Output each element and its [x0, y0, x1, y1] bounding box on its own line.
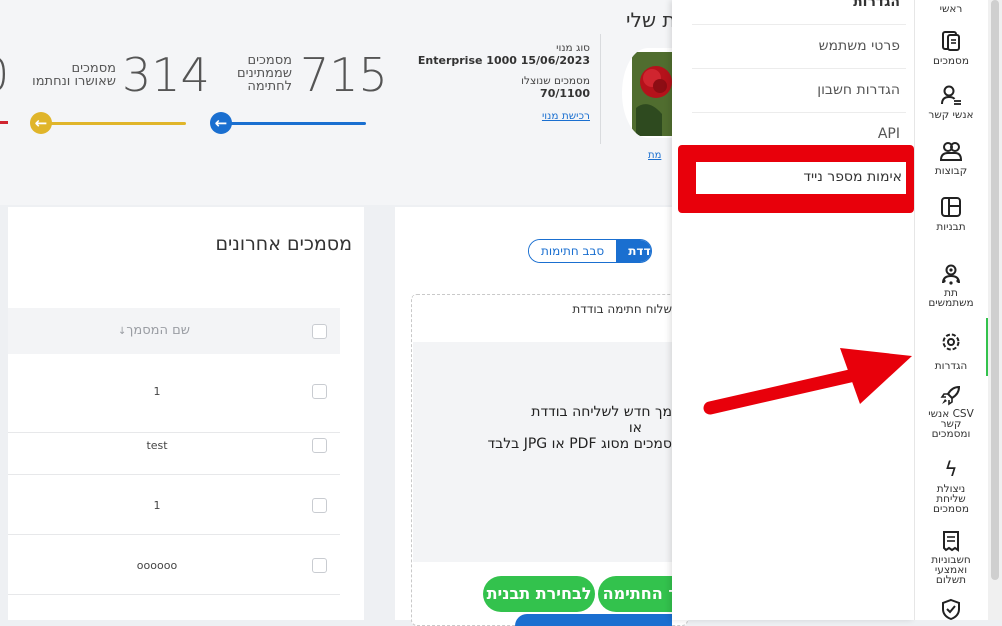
sidebar-item-csv[interactable]: CSV אנשי קשר ומסמכים [914, 384, 988, 439]
tab-signing-round[interactable]: סבב חתימות [529, 240, 617, 262]
dropdown-header: הגדרות [853, 0, 900, 10]
settings-dropdown: הגדרות פרטי משתמש הגדרות חשבון API אימות… [672, 0, 914, 620]
plan-value: Enterprise 1000 15/06/2023 [417, 54, 590, 67]
dropzone-area[interactable] [413, 342, 672, 562]
csv-rocket-icon [940, 385, 961, 406]
choose-template-button[interactable]: לבחירת תבנית [483, 576, 595, 612]
document-name[interactable]: oooooo [104, 559, 210, 572]
sidebar-item-documents[interactable]: מסמכים [914, 30, 988, 66]
sent-label: מסמכים שנוצלו [521, 75, 590, 87]
sidebar-item-home[interactable]: ראשי [914, 4, 988, 15]
blue-button-partial[interactable] [515, 614, 672, 626]
sent-value: 70/1100 [540, 87, 590, 100]
row-checkbox[interactable] [312, 498, 327, 513]
pending-progress [220, 122, 366, 125]
menu-item-account-settings[interactable]: הגדרות חשבון [817, 82, 900, 98]
document-name[interactable]: test [104, 439, 210, 452]
partial-stat: 0 [0, 52, 8, 98]
groups-icon [939, 142, 963, 161]
change-photo-link[interactable]: מת [648, 150, 661, 161]
sidebar-item-templates[interactable]: תבניות [914, 196, 988, 232]
table-row[interactable]: 1 [8, 354, 340, 433]
document-name[interactable]: 1 [104, 499, 210, 512]
divider [600, 34, 601, 144]
sidebar-item-sub-users[interactable]: תת משתמשים [914, 262, 988, 308]
sidebar-item-usage[interactable]: ϟ ניצולת שליחת מסמכים [914, 458, 988, 514]
plan-label: סוג מנוי [556, 42, 590, 54]
invoices-icon [943, 531, 959, 552]
row-checkbox[interactable] [312, 558, 327, 573]
signed-progress [40, 122, 186, 125]
settings-icon [942, 333, 960, 351]
avatar[interactable] [622, 48, 674, 138]
arrow-left-icon[interactable]: ← [30, 112, 52, 134]
scrollbar[interactable] [988, 0, 1002, 620]
sidebar-item-settings[interactable]: הגדרות [914, 330, 988, 371]
menu-item-mobile-verification-highlighted[interactable]: אימות מספר נייד [696, 169, 902, 185]
dropzone-title: שלוח חתימה בודדת [572, 302, 672, 316]
signed-count: 314 [122, 48, 210, 102]
arrow-left-icon[interactable]: ← [210, 112, 232, 134]
column-header-name[interactable]: שם המסמך↓ [104, 323, 204, 338]
menu-item-user-details[interactable]: פרטי משתמש [819, 38, 900, 54]
sidebar-item-security[interactable] [914, 598, 988, 620]
select-all-checkbox[interactable] [312, 324, 327, 339]
templates-icon [941, 197, 961, 217]
menu-item-api[interactable]: API [878, 126, 900, 142]
sidebar-item-contacts[interactable]: אנשי קשר [914, 84, 988, 120]
shield-check-icon [942, 598, 960, 620]
buy-plan-link[interactable]: רכישת מנוי [404, 110, 590, 122]
contacts-icon [941, 85, 961, 105]
dropzone-text: מך חדש לשליחה בודדת או סמכים מסוג PDF או… [487, 404, 672, 452]
document-name[interactable]: 1 [104, 385, 210, 398]
tab-single[interactable]: דדת [616, 240, 651, 262]
signature-button[interactable]: ר החתימה [598, 576, 678, 612]
row-divider [8, 594, 340, 595]
table-row[interactable]: 1 [8, 474, 340, 535]
annotation-arrow [703, 348, 912, 415]
pending-label: מסמכים שממתינים לחתימה [236, 53, 292, 94]
pending-count: 715 [300, 48, 388, 102]
sub-users-icon [942, 264, 960, 285]
profile-title: ת שלי [626, 8, 676, 32]
recent-docs-title: מסמכים אחרונים [215, 233, 352, 255]
documents-icon [942, 31, 960, 51]
table-row[interactable]: test [8, 414, 340, 475]
row-checkbox[interactable] [312, 384, 327, 399]
row-checkbox[interactable] [312, 438, 327, 453]
plan-info: סוג מנוי Enterprise 1000 15/06/2023 מסמכ… [404, 42, 590, 122]
signed-label: מסמכים שאושרו ונחתמו [32, 61, 116, 89]
usage-bolt-icon: ϟ [944, 457, 958, 481]
table-row[interactable]: oooooo [8, 534, 340, 595]
sidebar-item-invoices[interactable]: חשבוניות ואמצעי תשלום [914, 530, 988, 585]
send-mode-tabs: סבב חתימות דדת [528, 239, 652, 263]
partial-progress [0, 121, 8, 124]
sidebar-item-groups[interactable]: קבוצות [914, 140, 988, 176]
